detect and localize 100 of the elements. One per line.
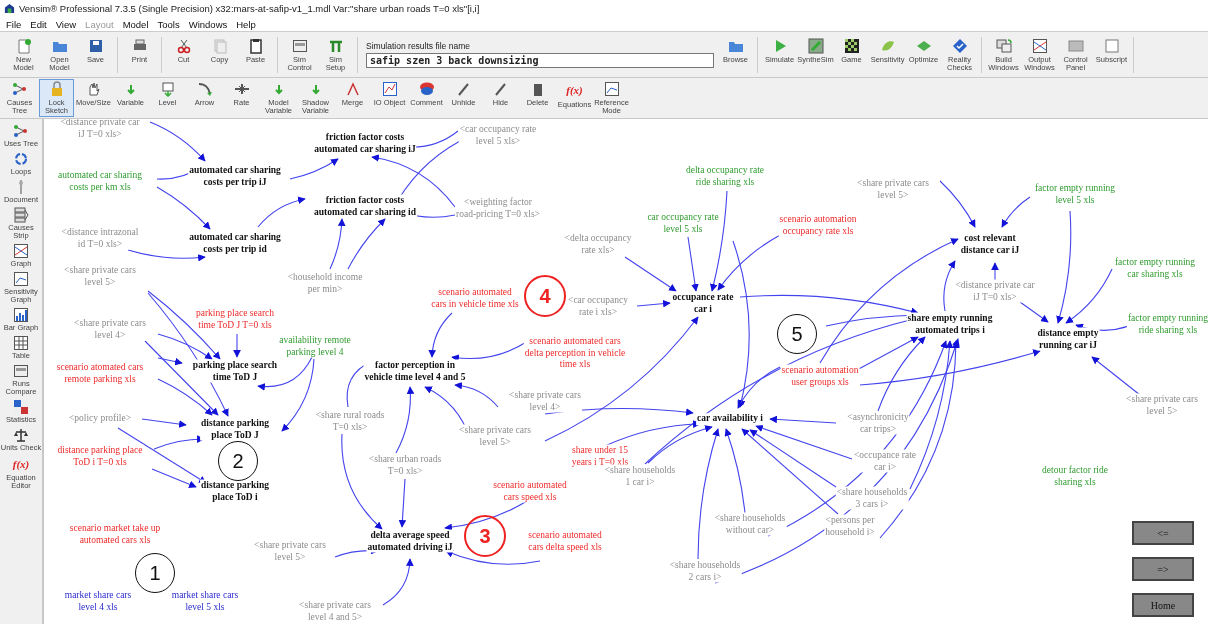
scale-icon: [13, 427, 29, 443]
variable-label: car occupancy rate level 5 xls: [646, 211, 720, 235]
variable-label: <persons per household i>: [824, 514, 876, 538]
menu-item[interactable]: Windows: [188, 18, 228, 30]
pages-icon: [211, 37, 228, 54]
arrow: [624, 256, 677, 292]
arrow: [939, 180, 976, 228]
variable-label: scenario automated cars delta speed xls: [527, 529, 603, 553]
variable-label: scenario atomated cars remote parking xls: [55, 361, 145, 385]
variable-label: distance parking place ToD i: [200, 479, 270, 503]
results-file-label: Simulation results file name: [366, 41, 471, 51]
variable-label: distance parking place ToD i T=0 xls: [56, 444, 144, 468]
arrow: [991, 262, 999, 282]
variable-label: <share private cars level 5>: [253, 539, 327, 563]
variable-label: <share private cars level 5>: [63, 264, 137, 288]
variable-label: <car occupancy rate i xls>: [567, 294, 629, 318]
checkerboard-icon: [843, 37, 860, 54]
stacked-windows-icon: [995, 37, 1012, 54]
variable-label: factor perception in vehicle time level 4 and 5: [363, 359, 467, 383]
arrow: [1019, 301, 1049, 323]
variable-label: parking place search time ToD J: [191, 359, 279, 383]
step-marker: 4: [524, 275, 566, 317]
menu-item[interactable]: Edit: [30, 18, 47, 30]
slider-panel-icon: [807, 37, 824, 54]
menu-item[interactable]: File: [6, 18, 22, 30]
variable-label: <car occupancy rate level 5 xls>: [458, 123, 538, 147]
variable-label: <asynchronicity car trips>: [846, 411, 910, 435]
variable-label: <share private cars level 5>: [856, 177, 930, 201]
graph-icon: [13, 243, 29, 259]
new-document-icon: [15, 37, 32, 54]
variable-label: <share private cars level 5>: [458, 424, 532, 448]
panel-icon: [1067, 37, 1084, 54]
window-title: Vensim® Professional 7.3.5 (Single Precision) x32:mars-at-safip-v1_1.mdl Var:"share urban roads T=0 xls"[i,i]: [19, 3, 480, 14]
variable-label: scenario automated cars speed xls: [492, 479, 568, 503]
variable-label: scenario automation occupancy rate xls: [778, 213, 858, 237]
variable-label: occupance rate car i: [671, 291, 735, 315]
statistics-icon: [13, 399, 29, 415]
nav-button[interactable]: <=: [1132, 521, 1194, 545]
variable-label: <share rural roads T=0 xls>: [314, 409, 386, 433]
variable-label: automated car sharing costs per trip iJ: [188, 164, 282, 188]
variable-label: factor empty running car sharing xls: [1113, 256, 1197, 280]
variable-label: automated car sharing costs per trip id: [188, 231, 282, 255]
variable-label: delta occupancy rate ride sharing xls: [684, 164, 766, 188]
io-graph-icon: [381, 81, 398, 97]
merge-icon: [344, 81, 361, 97]
wand-icon: [455, 81, 472, 97]
arrow: [687, 236, 699, 292]
variable-label: <share private cars level 4>: [508, 389, 582, 413]
variable-label: <share private cars level 4>: [73, 317, 147, 341]
nav-button[interactable]: =>: [1132, 557, 1194, 581]
variable-label: scenario market take up automated cars xls: [68, 522, 162, 546]
variable-label: friction factor costs automated car sharing iJ: [313, 131, 417, 155]
arrow: [156, 186, 211, 230]
variable-label: <distance intrazonal id T=0 xls>: [60, 226, 140, 250]
window-icon: [291, 37, 308, 54]
subscript-icon: [1103, 37, 1120, 54]
variable-label: car availability i: [696, 413, 764, 425]
step-marker: 3: [464, 515, 506, 557]
menu-item[interactable]: View: [55, 18, 77, 30]
arrow: [149, 121, 206, 162]
variable-label: parking place search time ToD J T=0 xls: [194, 307, 276, 331]
tree-icon: [11, 81, 28, 97]
variable-label: detour factor ride sharing xls: [1041, 464, 1109, 488]
strip-icon: [13, 207, 29, 223]
variable-label: <household income per min>: [286, 271, 364, 295]
line-graph-icon: [13, 271, 29, 287]
variable-label: <share private cars level 4 and 5>: [298, 599, 372, 623]
wand-icon: [492, 81, 509, 97]
variable-label: scenario automated cars in vehicle time xls: [430, 286, 520, 310]
variable-label: <share households 2 cars i>: [668, 559, 742, 583]
arrow: [1091, 356, 1141, 396]
variable-label: <share households 3 cars i>: [835, 486, 909, 510]
arrow: [1001, 196, 1031, 228]
variable-label: cost relevant distance car iJ: [959, 232, 1021, 256]
menu-item[interactable]: Tools: [157, 18, 180, 30]
nav-button[interactable]: Home: [1132, 593, 1194, 617]
menu-item[interactable]: Help: [236, 18, 256, 30]
results-file-field[interactable]: safip_szen_3_back_downsizing: [366, 53, 714, 68]
table-icon: [13, 335, 29, 351]
bar-graph-icon: [13, 307, 29, 323]
arrow: [233, 333, 241, 358]
variable-label: market share cars level 5 xls: [170, 589, 240, 613]
variable-label: <weighting factor road-pricing T=0 xls>: [455, 196, 541, 220]
window-icon: [13, 363, 29, 379]
variable-label: delta average speed automated driving iJ: [366, 529, 454, 553]
curved-arrow-icon: [196, 81, 213, 97]
level-box-icon: [159, 81, 176, 97]
arrow: [395, 386, 415, 454]
checkmark-icon: [951, 37, 968, 54]
menu-item[interactable]: Model: [122, 18, 149, 30]
loop-icon: [13, 151, 29, 167]
variable-label: factor empty running ride sharing xls: [1126, 312, 1208, 336]
variable-label: <share urban roads T=0 xls>: [367, 453, 443, 477]
variable-label: <share households 1 car i>: [603, 464, 677, 488]
tree-icon: [13, 123, 29, 139]
variable-label: friction factor costs automated car sharing id: [313, 194, 417, 218]
graph-icon: [1031, 37, 1048, 54]
variable-label: availability remote parking level 4: [278, 334, 352, 358]
variable-label: share empty running automated trips i: [906, 312, 994, 336]
variable-label: scenario automation user groups xls: [780, 364, 860, 388]
